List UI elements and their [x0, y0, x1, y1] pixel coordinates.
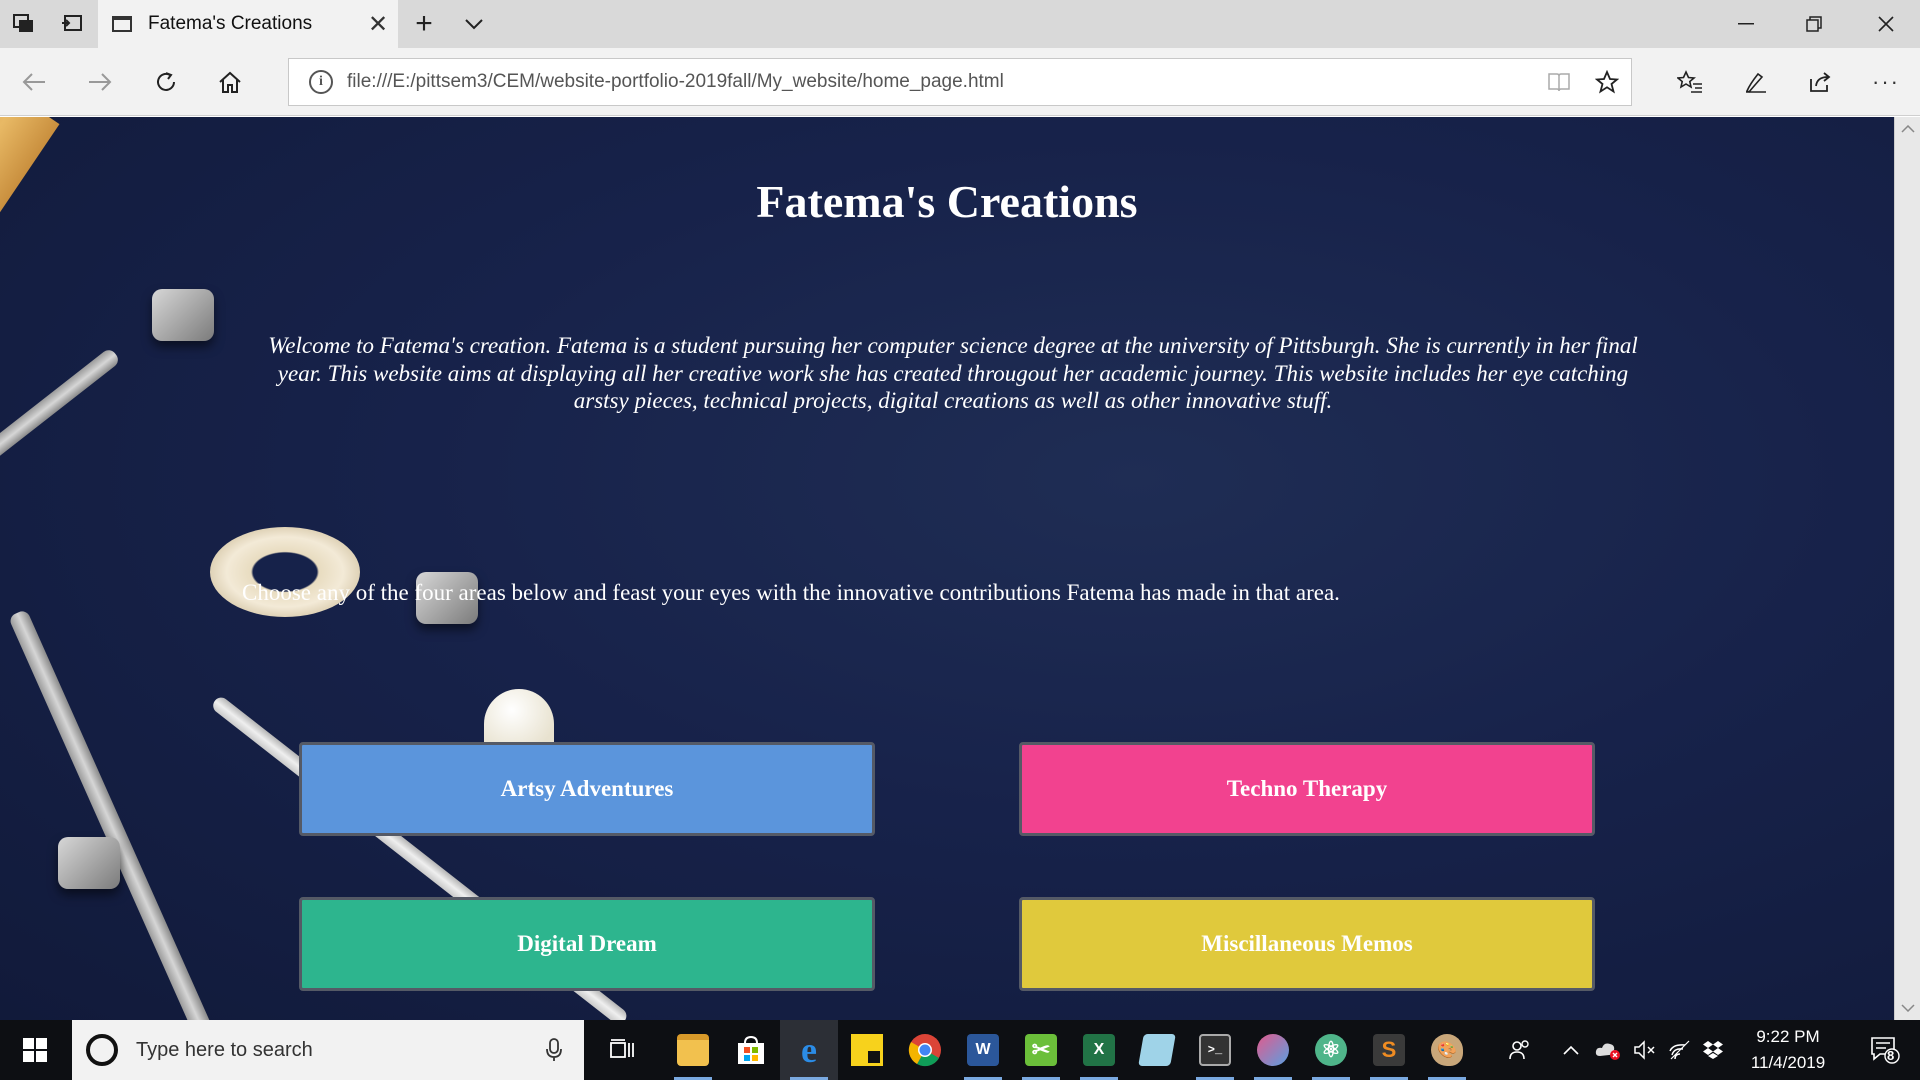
techno-therapy-button[interactable]: Techno Therapy	[1019, 742, 1595, 836]
dropbox-icon[interactable]	[1698, 1020, 1728, 1080]
page-favicon-icon	[112, 16, 132, 32]
sublime-icon[interactable]: S	[1360, 1020, 1418, 1080]
forward-icon[interactable]	[76, 58, 124, 106]
clock-date: 11/4/2019	[1750, 1053, 1826, 1072]
pencil-decoration	[8, 608, 238, 1020]
miscillaneous-memos-button[interactable]: Miscillaneous Memos	[1019, 897, 1595, 991]
pencil-decoration	[0, 347, 122, 651]
tab-preview-icon[interactable]	[48, 0, 96, 48]
digital-dream-button[interactable]: Digital Dream	[299, 897, 875, 991]
tab-list-chevron-icon[interactable]	[450, 0, 498, 48]
system-clock[interactable]: 9:22 PM 11/4/2019	[1728, 1020, 1848, 1080]
tab-close-icon[interactable]: ✕	[358, 0, 398, 48]
info-icon[interactable]: i	[309, 70, 333, 94]
taskbar-search-box[interactable]: Type here to search	[72, 1020, 584, 1080]
binder-clip-decoration	[58, 837, 120, 889]
excel-icon[interactable]: X	[1070, 1020, 1128, 1080]
set-aside-tabs-icon[interactable]	[0, 0, 48, 48]
address-bar[interactable]: i file:///E:/pittsem3/CEM/website-portfo…	[288, 58, 1632, 106]
wifi-icon[interactable]	[1664, 1020, 1696, 1080]
favorites-hub-icon[interactable]	[1666, 58, 1714, 106]
cortana-icon	[86, 1034, 118, 1066]
home-icon[interactable]	[206, 58, 254, 106]
volume-muted-icon[interactable]	[1628, 1020, 1662, 1080]
clock-time: 9:22 PM	[1756, 1027, 1820, 1046]
scroll-up-icon[interactable]	[1895, 117, 1920, 141]
page-scrollbar[interactable]	[1894, 117, 1920, 1020]
close-window-button[interactable]	[1852, 0, 1920, 48]
notification-count-badge: 8	[1887, 1048, 1895, 1063]
terminal-icon[interactable]: >_	[1186, 1020, 1244, 1080]
new-tab-button[interactable]: +	[400, 0, 448, 48]
windows-logo-icon	[23, 1038, 47, 1062]
binder-clip-decoration	[152, 289, 214, 341]
pen-icon[interactable]	[1732, 58, 1780, 106]
onedrive-error-icon[interactable]	[1590, 1020, 1626, 1080]
choose-area-text: Choose any of the four areas below and f…	[242, 580, 1340, 605]
paint-3d-icon[interactable]	[1244, 1020, 1302, 1080]
back-icon[interactable]	[10, 58, 58, 106]
store-icon[interactable]	[722, 1020, 780, 1080]
artsy-adventures-button[interactable]: Artsy Adventures	[299, 742, 875, 836]
reading-view-icon[interactable]	[1535, 59, 1583, 105]
url-text[interactable]: file:///E:/pittsem3/CEM/website-portfoli…	[347, 71, 1535, 93]
favorite-star-icon[interactable]	[1583, 59, 1631, 105]
atom-icon[interactable]: ⚛	[1302, 1020, 1360, 1080]
search-placeholder[interactable]: Type here to search	[136, 1039, 524, 1062]
scroll-down-icon[interactable]	[1895, 996, 1920, 1020]
word-icon[interactable]: W	[954, 1020, 1012, 1080]
people-icon[interactable]	[1500, 1020, 1540, 1080]
restore-button[interactable]	[1780, 0, 1848, 48]
sticky-notes-icon[interactable]	[838, 1020, 896, 1080]
page-title: Fatema's Creations	[756, 176, 1138, 227]
action-center-icon[interactable]: 8	[1850, 1020, 1920, 1080]
page-content: Fatema's Creations Welcome to Fatema's c…	[0, 117, 1894, 1020]
minimize-button[interactable]	[1712, 0, 1780, 48]
tab-title: Fatema's Creations	[148, 13, 313, 34]
task-view-icon[interactable]	[594, 1020, 652, 1080]
start-button[interactable]	[0, 1020, 70, 1080]
windows-taskbar: Type here to search e W ✂ X >_ ⚛ S 🎨 9:2…	[0, 1020, 1920, 1080]
browser-tab-bar: Fatema's Creations ✕ +	[0, 0, 1920, 48]
notepad-icon[interactable]	[1128, 1020, 1186, 1080]
browser-tab[interactable]: Fatema's Creations ✕	[98, 0, 398, 48]
microphone-icon[interactable]	[524, 1020, 584, 1080]
chrome-icon[interactable]	[896, 1020, 954, 1080]
file-explorer-icon[interactable]	[664, 1020, 722, 1080]
more-icon[interactable]: ···	[1862, 58, 1910, 106]
intro-paragraph: Welcome to Fatema's creation. Fatema is …	[268, 333, 1638, 413]
snipping-tool-icon[interactable]: ✂	[1012, 1020, 1070, 1080]
show-hidden-icons-chevron-icon[interactable]	[1556, 1020, 1586, 1080]
paint-icon[interactable]: 🎨	[1418, 1020, 1476, 1080]
address-toolbar: i file:///E:/pittsem3/CEM/website-portfo…	[0, 48, 1920, 116]
edge-icon[interactable]: e	[780, 1020, 838, 1080]
share-icon[interactable]	[1796, 58, 1844, 106]
refresh-icon[interactable]	[142, 58, 190, 106]
